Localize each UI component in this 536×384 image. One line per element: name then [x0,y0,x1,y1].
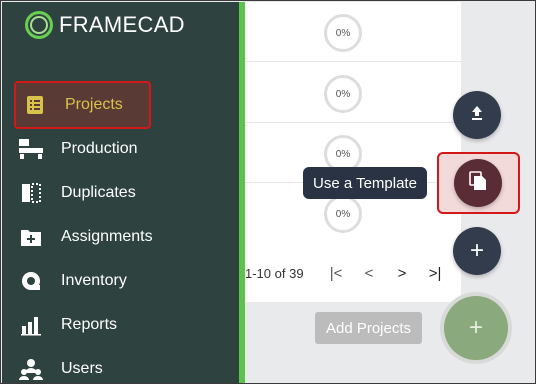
add-projects-label[interactable]: Add Projects [315,312,422,344]
sidebar-item-inventory[interactable]: Inventory [18,261,238,301]
sidebar-item-label: Production [61,140,138,157]
upload-button[interactable] [453,91,501,139]
table-row[interactable]: 0% [245,63,461,123]
production-icon [18,136,44,162]
brand-logo: FRAMECAD [25,10,185,40]
brand-name: FRAMECAD [59,12,185,37]
copy-document-icon [469,170,487,196]
list-icon [22,92,48,118]
add-button[interactable]: + [453,227,501,275]
users-icon [18,356,44,382]
progress-circle: 0% [324,14,362,52]
sidebar-item-users[interactable]: Users [18,349,238,383]
duplicates-icon [18,180,44,206]
table-row[interactable]: 0% [245,2,461,62]
reports-icon [18,312,44,338]
tooltip: Use a Template [303,167,427,199]
framecad-logo-icon [25,11,53,39]
next-page-button[interactable]: > [386,265,419,282]
sidebar: FRAMECAD Projects Production Duplicates [2,2,239,383]
app-frame: FRAMECAD Projects Production Duplicates [0,0,536,384]
use-template-button[interactable] [454,159,502,207]
sidebar-item-label: Users [61,360,103,377]
prev-page-button[interactable]: < [353,265,386,282]
sidebar-item-label: Projects [65,96,123,113]
sidebar-item-duplicates[interactable]: Duplicates [18,173,238,213]
plus-icon: + [469,237,484,264]
last-page-button[interactable]: >| [419,265,452,282]
pagination: 1-10 of 39 |< < > >| [245,257,461,289]
sidebar-item-label: Inventory [61,272,127,289]
sidebar-item-projects[interactable]: Projects [14,81,151,129]
upload-icon [469,105,485,126]
progress-circle: 0% [324,75,362,113]
sidebar-item-label: Reports [61,316,118,333]
progress-circle: 0% [324,195,362,233]
sidebar-item-assignments[interactable]: Assignments [18,217,238,257]
assignments-icon [18,224,44,250]
sidebar-item-label: Assignments [61,228,153,245]
plus-icon: + [468,314,483,341]
sidebar-item-label: Duplicates [61,184,136,201]
add-projects-fab[interactable]: + [444,296,508,360]
pagination-range: 1-10 of 39 [245,265,304,281]
sidebar-item-production[interactable]: Production [18,129,238,169]
sidebar-item-reports[interactable]: Reports [18,305,238,345]
first-page-button[interactable]: |< [320,265,353,282]
inventory-icon [18,268,44,294]
